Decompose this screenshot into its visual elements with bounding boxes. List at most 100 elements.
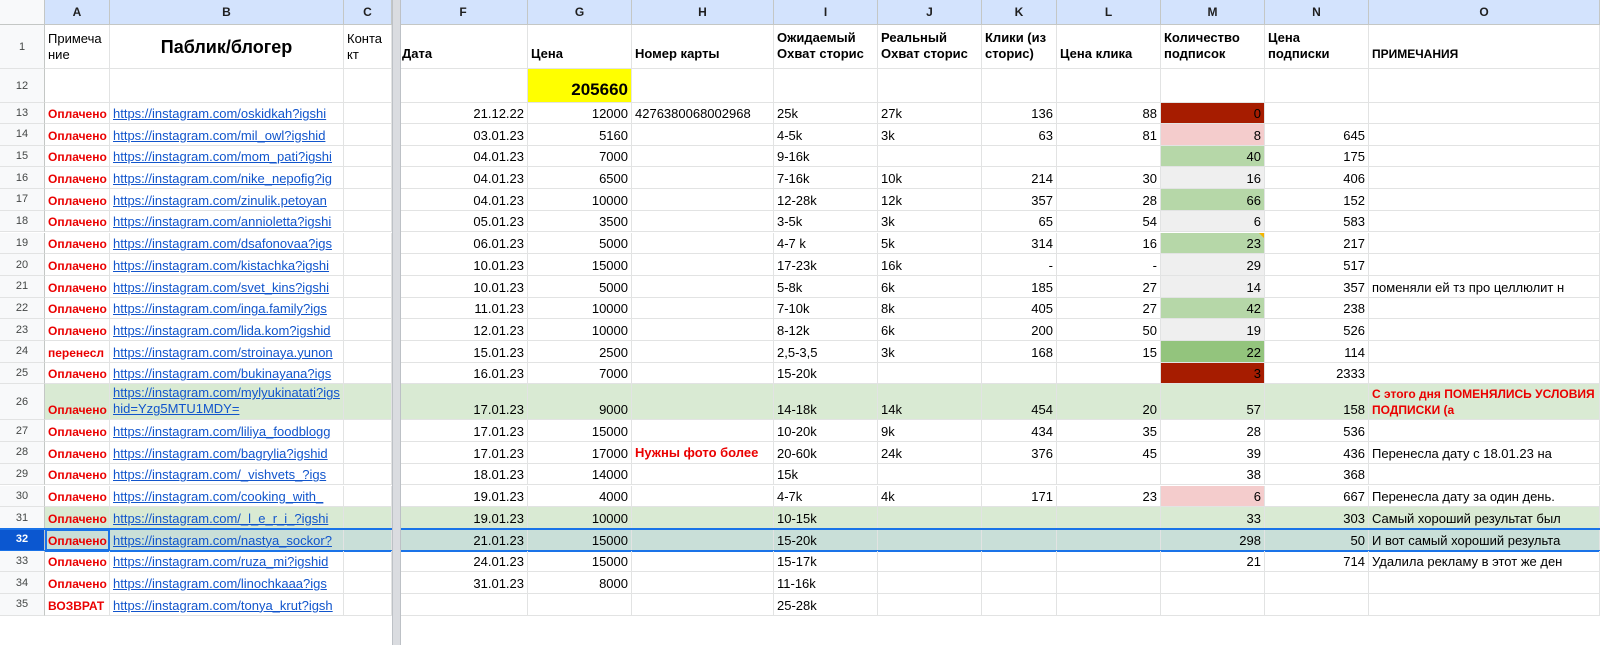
expected-reach-cell[interactable]: 4-7 k — [774, 232, 878, 255]
date-cell[interactable]: 04.01.23 — [399, 145, 528, 168]
blogger-link[interactable]: https://instagram.com/nastya_sockor? — [110, 528, 344, 551]
instagram-link[interactable]: https://instagram.com/kistachka?igshi — [113, 258, 329, 273]
real-reach-cell[interactable]: 5k — [878, 232, 982, 255]
price-cell[interactable]: 10000 — [528, 189, 632, 211]
contact-cell[interactable] — [344, 167, 392, 190]
expected-reach-cell[interactable]: 4-5k — [774, 124, 878, 146]
status-cell[interactable]: Оплачено — [45, 463, 110, 486]
row-header[interactable]: 21 — [0, 275, 45, 298]
clicks-cell[interactable]: - — [982, 254, 1057, 276]
empty-cell[interactable] — [399, 69, 528, 103]
remarks-cell[interactable] — [1369, 420, 1600, 443]
clicks-cell[interactable]: 168 — [982, 341, 1057, 363]
instagram-link[interactable]: https://instagram.com/_l_e_r_i_?igshi — [113, 511, 328, 526]
price-cell[interactable]: 10000 — [528, 319, 632, 341]
card-number-cell[interactable] — [632, 254, 774, 276]
contact-cell[interactable] — [344, 528, 392, 551]
expected-reach-cell[interactable]: 3-5k — [774, 210, 878, 233]
clicks-cell[interactable] — [982, 528, 1057, 551]
clicks-cell[interactable]: 136 — [982, 103, 1057, 124]
instagram-link[interactable]: https://instagram.com/ruza_mi?igshid — [113, 554, 328, 569]
remarks-cell[interactable] — [1369, 594, 1600, 616]
expected-reach-cell[interactable]: 25k — [774, 103, 878, 124]
real-reach-cell[interactable]: 12k — [878, 189, 982, 211]
row-header[interactable]: 19 — [0, 232, 45, 255]
real-reach-cell[interactable]: 24k — [878, 442, 982, 464]
real-reach-cell[interactable] — [878, 572, 982, 594]
price-cell[interactable]: 4000 — [528, 485, 632, 508]
row-header[interactable]: 14 — [0, 124, 45, 146]
expected-reach-cell[interactable]: 11-16k — [774, 572, 878, 594]
blogger-link[interactable]: https://instagram.com/_l_e_r_i_?igshi — [110, 507, 344, 529]
date-cell[interactable]: 15.01.23 — [399, 341, 528, 363]
blogger-link[interactable]: https://instagram.com/_vishvets_?igs — [110, 463, 344, 486]
real-reach-cell[interactable]: 14k — [878, 384, 982, 421]
subscription-price-cell[interactable] — [1265, 594, 1369, 616]
date-cell[interactable]: 12.01.23 — [399, 319, 528, 341]
status-cell[interactable]: Оплачено — [45, 103, 110, 124]
blogger-link[interactable]: https://instagram.com/oskidkah?igshi — [110, 103, 344, 124]
instagram-link[interactable]: https://instagram.com/mom_pati?igshi — [113, 149, 332, 164]
total-price-cell[interactable]: 205660 — [528, 69, 632, 103]
status-cell[interactable]: Оплачено — [45, 384, 110, 421]
subscription-price-cell[interactable]: 50 — [1265, 528, 1369, 551]
clicks-cell[interactable]: 63 — [982, 124, 1057, 146]
subscriptions-cell[interactable]: 66 — [1161, 189, 1265, 211]
instagram-link[interactable]: https://instagram.com/dsafonovaa?igs — [113, 236, 332, 251]
instagram-link[interactable]: https://instagram.com/tonya_krut?igsh — [113, 598, 333, 613]
contact-cell[interactable] — [344, 341, 392, 363]
price-cell[interactable] — [528, 594, 632, 616]
click-price-cell[interactable] — [1057, 550, 1161, 573]
subscriptions-cell[interactable]: 33 — [1161, 507, 1265, 529]
real-reach-cell[interactable]: 3k — [878, 124, 982, 146]
blogger-link[interactable]: https://instagram.com/liliya_foodblogg — [110, 420, 344, 443]
real-reach-cell[interactable]: 4k — [878, 485, 982, 508]
subscription-price-cell[interactable]: 238 — [1265, 297, 1369, 320]
blogger-link[interactable]: https://instagram.com/bukinayana?igs — [110, 362, 344, 385]
click-price-cell[interactable] — [1057, 528, 1161, 551]
instagram-link[interactable]: https://instagram.com/nike_nepofig?ig — [113, 171, 332, 186]
real-reach-cell[interactable]: 27k — [878, 103, 982, 124]
subscriptions-cell[interactable]: 298 — [1161, 528, 1265, 551]
real-reach-cell[interactable]: 6k — [878, 275, 982, 298]
click-price-cell[interactable] — [1057, 362, 1161, 385]
date-cell[interactable]: 31.01.23 — [399, 572, 528, 594]
subscription-price-cell[interactable] — [1265, 572, 1369, 594]
price-cell[interactable]: 15000 — [528, 550, 632, 573]
contact-cell[interactable] — [344, 275, 392, 298]
column-header-b[interactable]: B — [110, 0, 344, 25]
subscriptions-cell[interactable] — [1161, 594, 1265, 616]
row-header[interactable]: 13 — [0, 103, 45, 124]
date-cell[interactable]: 10.01.23 — [399, 275, 528, 298]
contact-cell[interactable] — [344, 145, 392, 168]
click-price-cell[interactable]: 35 — [1057, 420, 1161, 443]
column-header-j[interactable]: J — [878, 0, 982, 25]
status-cell[interactable]: ВОЗВРАТ — [45, 594, 110, 616]
expected-reach-cell[interactable]: 12-28k — [774, 189, 878, 211]
remarks-cell[interactable]: поменяли ей тз про целлюлит н — [1369, 275, 1600, 298]
expected-reach-cell[interactable]: 15-20k — [774, 528, 878, 551]
expected-reach-cell[interactable]: 9-16k — [774, 145, 878, 168]
remarks-cell[interactable] — [1369, 572, 1600, 594]
clicks-header[interactable]: Клики (из сторис) — [982, 25, 1057, 69]
blogger-link[interactable]: https://instagram.com/mom_pati?igshi — [110, 145, 344, 168]
clicks-cell[interactable]: 65 — [982, 210, 1057, 233]
blogger-link[interactable]: https://instagram.com/cooking_with_ — [110, 485, 344, 508]
remarks-cell[interactable] — [1369, 297, 1600, 320]
subscriptions-cell[interactable]: 57 — [1161, 384, 1265, 421]
date-cell[interactable] — [399, 594, 528, 616]
instagram-link[interactable]: https://instagram.com/zinulik.petoyan — [113, 193, 327, 208]
card-number-cell[interactable] — [632, 572, 774, 594]
status-cell[interactable]: Оплачено — [45, 275, 110, 298]
row-header[interactable]: 18 — [0, 210, 45, 233]
remarks-cell[interactable] — [1369, 232, 1600, 255]
remarks-cell[interactable] — [1369, 189, 1600, 211]
remarks-cell[interactable] — [1369, 362, 1600, 385]
date-cell[interactable]: 05.01.23 — [399, 210, 528, 233]
subscription-price-cell[interactable]: 303 — [1265, 507, 1369, 529]
remarks-cell[interactable] — [1369, 254, 1600, 276]
row-header[interactable]: 15 — [0, 145, 45, 168]
card-number-cell[interactable] — [632, 528, 774, 551]
date-cell[interactable]: 19.01.23 — [399, 485, 528, 508]
subscriptions-cell[interactable] — [1161, 572, 1265, 594]
